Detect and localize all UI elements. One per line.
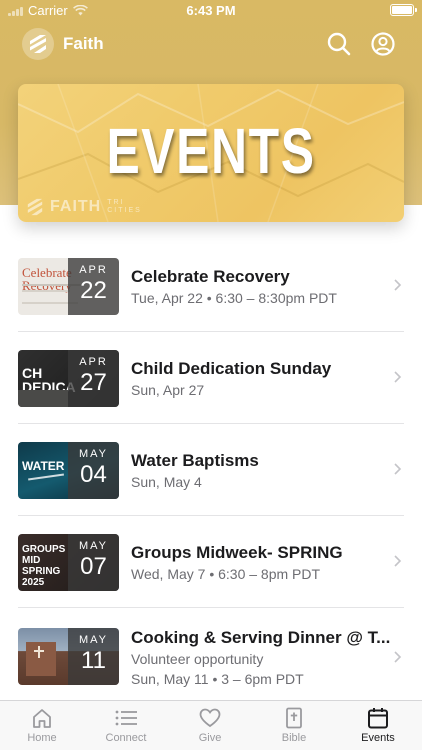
app-name: Faith [63,34,104,53]
tab-give[interactable]: Give [168,707,252,750]
date-month: APR [79,356,108,368]
event-row-water-baptisms[interactable]: WATER MAY 04 Water Baptisms Sun, May 4 [0,424,422,516]
faith-logo[interactable] [22,28,54,60]
event-title: Cooking & Serving Dinner @ T... [131,628,391,647]
date-month: MAY [78,634,109,646]
event-thumbnail: GROUPS MID SPRING 2025 MAY 07 [18,534,119,591]
date-badge: MAY 04 [68,442,119,499]
date-day: 11 [81,647,106,674]
bible-icon [286,707,302,729]
chevron-right-icon [394,463,402,475]
event-date: Sun, May 4 [131,474,202,490]
list-icon [115,710,137,726]
date-month: MAY [78,540,109,552]
event-row-child-dedication[interactable]: CH DEDICA APR 27 Child Dedication Sunday… [0,332,422,424]
tab-connect[interactable]: Connect [84,707,168,750]
battery-icon [390,4,417,16]
search-icon[interactable] [326,31,352,57]
event-row-celebrate-recovery[interactable]: Celebrate Recovery APR 22 Celebrate Reco… [0,240,422,332]
home-icon [33,709,51,728]
event-thumbnail: Celebrate Recovery APR 22 [18,258,119,315]
tab-label: Give [198,732,222,744]
profile-icon[interactable] [370,31,396,57]
status-bar: Carrier 6:43 PM [0,0,422,22]
event-subtitle: Volunteer opportunity [131,651,264,667]
banner-title: EVENTS [106,115,316,187]
event-row-groups-midweek[interactable]: GROUPS MID SPRING 2025 MAY 07 Groups Mid… [0,516,422,608]
chevron-right-icon [394,371,402,383]
thumbnail-art-text: WATER [22,459,65,473]
logo-icon [30,35,46,53]
tab-bible[interactable]: Bible [252,707,336,750]
tab-label: Bible [281,732,307,744]
event-title: Water Baptisms [131,451,259,470]
date-month: MAY [78,448,109,460]
status-time: 6:43 PM [186,3,236,18]
date-badge: APR 27 [68,350,119,407]
date-month: APR [79,264,108,276]
tab-label: Events [361,732,395,744]
event-thumbnail: CH DEDICA APR 27 [18,350,119,407]
thumbnail-art-text: GROUPS MID SPRING 2025 [22,544,66,588]
chevron-right-icon [394,555,402,567]
date-badge: MAY 07 [68,534,119,591]
event-row-cooking-serving[interactable]: MAY 11 Cooking & Serving Dinner @ T... V… [0,608,422,704]
date-day: 04 [80,461,107,488]
banner-watermark: FAITH TRI CITIES [26,198,142,216]
date-day: 07 [80,553,107,580]
event-title: Groups Midweek- SPRING [131,543,343,562]
date-day: 22 [80,277,107,304]
event-title: Child Dedication Sunday [131,359,332,378]
event-date: Tue, Apr 22 • 6:30 – 8:30pm PDT [131,290,337,306]
event-thumbnail: MAY 11 [18,628,119,685]
date-badge: MAY 11 [68,628,119,685]
calendar-icon [368,708,388,729]
chevron-right-icon [394,651,402,663]
date-day: 27 [80,369,107,396]
tab-events[interactable]: Events [336,707,420,750]
event-date: Wed, May 7 • 6:30 – 8pm PDT [131,566,321,582]
tab-bar: Home Connect Give Bible Events [0,700,422,750]
heart-icon [199,708,221,728]
date-badge: APR 22 [68,258,119,315]
tab-label: Home [27,732,57,744]
tab-label: Connect [105,732,147,744]
events-banner: EVENTS FAITH TRI CITIES [18,84,404,222]
event-date: Sun, Apr 27 [131,382,205,398]
tab-home[interactable]: Home [0,707,84,750]
chevron-right-icon [394,279,402,291]
event-title: Celebrate Recovery [131,267,290,286]
banner-watermark-text: FAITH [50,198,102,215]
event-date: Sun, May 11 • 3 – 6pm PDT [131,671,304,687]
event-thumbnail: WATER MAY 04 [18,442,119,499]
banner-watermark-sub: TRI CITIES [107,199,142,214]
watermark-logo-icon [27,198,43,216]
app-header: Faith [0,26,422,62]
